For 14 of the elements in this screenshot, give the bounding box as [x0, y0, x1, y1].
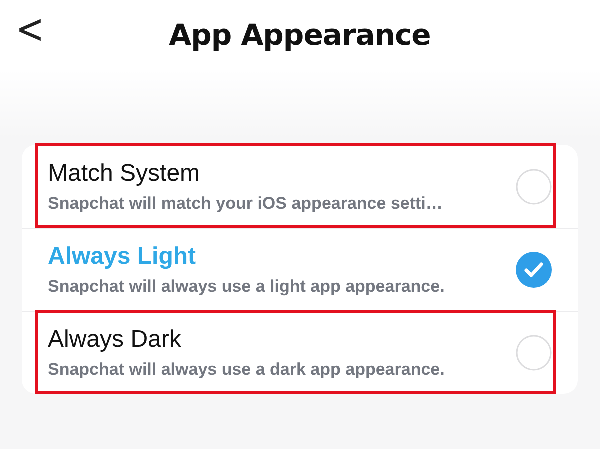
option-row[interactable]: Always Dark Snapchat will always use a dark app appearance.: [22, 311, 578, 394]
option-row[interactable]: Match System Snapchat will match your iOS appearance setti…: [22, 145, 578, 228]
option-description: Snapchat will match your iOS appearance setti…: [48, 194, 444, 214]
back-button[interactable]: <: [12, 6, 48, 54]
radio-icon[interactable]: [516, 168, 552, 204]
checked-radio-icon[interactable]: [516, 252, 552, 288]
option-title: Always Light: [48, 243, 198, 271]
option-description: Snapchat will always use a light app appearance.: [48, 277, 446, 297]
option-description: Snapchat will always use a dark app appearance.: [48, 360, 446, 380]
radio-icon[interactable]: [516, 335, 552, 371]
page-title: App Appearance: [169, 18, 431, 52]
option-row[interactable]: Always Light Snapchat will always use a light app appearance.: [22, 228, 578, 311]
option-title: Always Dark: [48, 326, 182, 354]
option-title: Match System: [48, 160, 202, 188]
